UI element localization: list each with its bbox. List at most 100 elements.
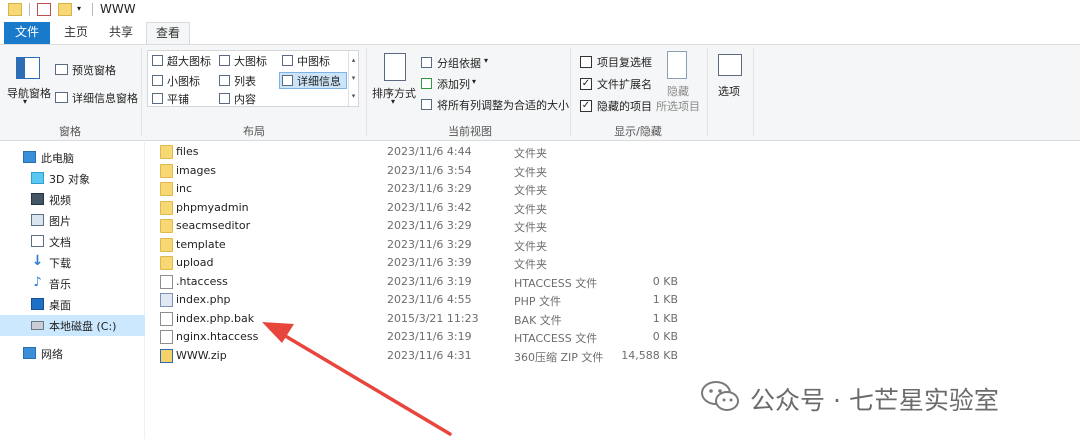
nav-item-pictures[interactable]: 图片 bbox=[0, 210, 145, 231]
file-date: 2023/11/6 4:31 bbox=[387, 348, 472, 362]
item-checkboxes-label[interactable]: 项目复选框 bbox=[597, 54, 652, 70]
table-row[interactable]: upload 2023/11/6 3:39 文件夹 bbox=[155, 254, 695, 272]
tab-view[interactable]: 查看 bbox=[146, 22, 190, 44]
file-size: 1 KB bbox=[652, 311, 678, 325]
options-icon[interactable] bbox=[718, 54, 742, 76]
file-date: 2023/11/6 3:29 bbox=[387, 182, 472, 195]
hide-selected-label-1[interactable]: 隐藏 bbox=[667, 83, 689, 99]
toolbar-divider bbox=[92, 3, 93, 16]
layout-details[interactable]: 详细信息 bbox=[297, 73, 341, 89]
table-row[interactable]: nginx.htaccess 2023/11/6 3:19 HTACCESS 文… bbox=[155, 328, 695, 346]
table-row[interactable]: WWW.zip 2023/11/6 4:31 360压缩 ZIP 文件 14,5… bbox=[155, 347, 695, 365]
file-name: images bbox=[176, 163, 216, 177]
hidden-items-label[interactable]: 隐藏的项目 bbox=[597, 98, 652, 114]
layout-gallery: 超大图标 大图标 中图标 小图标 列表 详细信息 平铺 内容 ▴ ▾ ▾ bbox=[147, 50, 359, 107]
nav-item-music[interactable]: ♪ 音乐 bbox=[0, 273, 145, 294]
tab-file[interactable]: 文件 bbox=[4, 22, 50, 44]
window-title: WWW bbox=[100, 2, 136, 16]
layout-large-icons[interactable]: 大图标 bbox=[234, 53, 267, 69]
file-date: 2023/11/6 3:29 bbox=[387, 219, 472, 232]
file-extensions-label[interactable]: 文件扩展名 bbox=[597, 76, 652, 92]
nav-pane-button[interactable]: 导航窗格 bbox=[7, 85, 51, 101]
group-by-icon bbox=[421, 57, 432, 68]
chevron-down-icon[interactable]: ▾ bbox=[484, 56, 488, 65]
table-row[interactable]: images 2023/11/6 3:54 文件夹 bbox=[155, 162, 695, 180]
nav-item-label: 桌面 bbox=[49, 299, 71, 312]
nav-item-label: 网络 bbox=[41, 348, 63, 361]
folder-icon bbox=[160, 256, 173, 270]
group-by-button[interactable]: 分组依据 bbox=[437, 55, 481, 71]
nav-item-3d-objects[interactable]: 3D 对象 bbox=[0, 168, 145, 189]
file-type: PHP 文件 bbox=[514, 295, 562, 308]
table-row[interactable]: files 2023/11/6 4:44 文件夹 bbox=[155, 143, 695, 161]
item-checkboxes-checkbox[interactable] bbox=[580, 56, 592, 68]
nav-item-videos[interactable]: 视频 bbox=[0, 189, 145, 210]
nav-item-label: 本地磁盘 (C:) bbox=[49, 320, 117, 333]
details-pane-button[interactable]: 详细信息窗格 bbox=[72, 90, 138, 106]
chevron-down-icon[interactable]: ▾ bbox=[391, 97, 395, 106]
small-icons-icon bbox=[152, 75, 163, 86]
table-row[interactable]: inc 2023/11/6 3:29 文件夹 bbox=[155, 180, 695, 198]
file-date: 2023/11/6 4:44 bbox=[387, 145, 472, 158]
hide-selected-label-2[interactable]: 所选项目 bbox=[656, 98, 700, 114]
wechat-icon bbox=[701, 381, 739, 411]
new-folder-icon[interactable] bbox=[58, 3, 72, 16]
file-size: 1 KB bbox=[652, 293, 678, 306]
fit-columns-button[interactable]: 将所有列调整为合适的大小 bbox=[437, 97, 569, 113]
table-row[interactable]: index.php.bak 2015/3/21 11:23 BAK 文件 1 K… bbox=[155, 310, 695, 328]
medium-icons-icon bbox=[282, 55, 293, 66]
large-icons-icon bbox=[219, 55, 230, 66]
video-icon bbox=[31, 193, 44, 205]
chevron-down-icon[interactable]: ▾ bbox=[77, 5, 85, 13]
layout-medium-icons[interactable]: 中图标 bbox=[297, 53, 330, 69]
fit-columns-icon bbox=[421, 99, 432, 110]
table-row[interactable]: seacmseditor 2023/11/6 3:29 文件夹 bbox=[155, 217, 695, 235]
nav-item-desktop[interactable]: 桌面 bbox=[0, 294, 145, 315]
table-row[interactable]: .htaccess 2023/11/6 3:19 HTACCESS 文件 0 K… bbox=[155, 273, 695, 291]
navigation-pane: 此电脑 3D 对象 视频 图片 文档 ↓ 下载 ♪ 音乐 桌面 本地磁盘 (C:… bbox=[0, 142, 145, 439]
folder-icon bbox=[160, 219, 173, 233]
layout-small-icons[interactable]: 小图标 bbox=[167, 73, 200, 89]
nav-pane-icon[interactable] bbox=[16, 57, 40, 79]
tab-share[interactable]: 共享 bbox=[100, 22, 142, 44]
options-button[interactable]: 选项 bbox=[718, 83, 740, 99]
layout-extra-large-icons[interactable]: 超大图标 bbox=[167, 53, 211, 69]
file-extensions-checkbox[interactable]: ✓ bbox=[580, 78, 592, 90]
folder-icon bbox=[160, 145, 173, 159]
nav-item-this-pc[interactable]: 此电脑 bbox=[0, 147, 145, 168]
file-date: 2023/11/6 3:54 bbox=[387, 163, 472, 177]
file-type: 文件夹 bbox=[514, 165, 547, 179]
add-column-button[interactable]: 添加列 bbox=[437, 76, 470, 92]
layout-content[interactable]: 内容 bbox=[234, 91, 256, 107]
chevron-down-icon[interactable]: ▾ bbox=[23, 97, 27, 106]
chevron-down-icon[interactable]: ▾ bbox=[472, 77, 476, 86]
properties-icon[interactable] bbox=[37, 3, 51, 16]
layout-tiles[interactable]: 平铺 bbox=[167, 91, 189, 107]
table-row[interactable]: template 2023/11/6 3:29 文件夹 bbox=[155, 236, 695, 254]
file-date: 2023/11/6 4:55 bbox=[387, 293, 472, 306]
layout-list[interactable]: 列表 bbox=[234, 73, 256, 89]
file-name: phpmyadmin bbox=[176, 200, 249, 214]
preview-pane-button[interactable]: 预览窗格 bbox=[72, 62, 116, 78]
table-row[interactable]: index.php 2023/11/6 4:55 PHP 文件 1 KB bbox=[155, 291, 695, 309]
hidden-items-checkbox[interactable]: ✓ bbox=[580, 100, 592, 112]
gallery-scrollbar[interactable]: ▴ ▾ ▾ bbox=[348, 51, 358, 106]
nav-item-local-disk-c[interactable]: 本地磁盘 (C:) bbox=[0, 315, 145, 336]
nav-item-network[interactable]: 网络 bbox=[0, 343, 145, 364]
nav-item-label: 3D 对象 bbox=[49, 173, 90, 186]
hide-selected-icon bbox=[667, 51, 687, 79]
table-row[interactable]: phpmyadmin 2023/11/6 3:42 文件夹 bbox=[155, 199, 695, 217]
tab-home[interactable]: 主页 bbox=[56, 22, 96, 44]
watermark-text: 公众号 · 七芒星实验室 bbox=[750, 386, 999, 415]
group-divider bbox=[366, 48, 367, 136]
nav-item-documents[interactable]: 文档 bbox=[0, 231, 145, 252]
tiles-icon bbox=[152, 93, 163, 104]
sort-icon[interactable] bbox=[384, 53, 406, 81]
folder-icon[interactable] bbox=[8, 3, 22, 16]
details-pane-icon bbox=[55, 92, 68, 103]
nav-item-downloads[interactable]: ↓ 下载 bbox=[0, 252, 145, 273]
nav-item-label: 视频 bbox=[49, 194, 71, 207]
drive-icon bbox=[31, 321, 44, 330]
file-type: BAK 文件 bbox=[514, 313, 562, 327]
network-icon bbox=[23, 347, 36, 359]
